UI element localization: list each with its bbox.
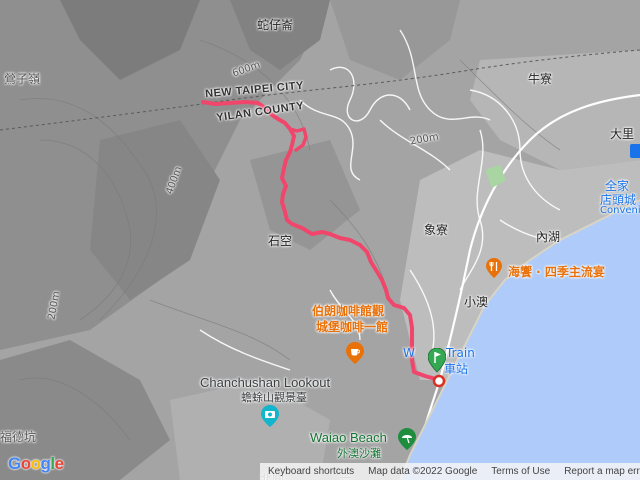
report-map-error-link[interactable]: Report a map error [564, 466, 640, 477]
station-label-part3[interactable]: 車站 [444, 360, 468, 377]
google-logo[interactable]: Google [8, 454, 64, 474]
camera-icon[interactable] [261, 405, 279, 432]
keyboard-shortcuts-link[interactable]: Keyboard shortcuts [268, 466, 354, 477]
place-label-yingzi-ling: 鶯子嶺 [4, 72, 41, 86]
poi-label-waiao-beach-en[interactable]: Waiao Beach [310, 430, 387, 445]
place-label-da-li: 大里 [610, 127, 635, 141]
poi-label-waiao-beach-zh[interactable]: 外澳沙灘 [337, 445, 381, 461]
place-label-shi-kong: 石空 [268, 234, 293, 248]
poi-label-bo-lang-2[interactable]: 城堡咖啡一館 [316, 318, 388, 335]
poi-label-chanchushan-en[interactable]: Chanchushan Lookout [200, 375, 330, 390]
place-label-fu-de-keng: 福德坑 [0, 430, 37, 444]
place-label-shezi-ling: 蛇仔崙 [257, 18, 294, 32]
map-view[interactable]: 蛇仔崙 鶯子嶺 NEW TAIPEI CITY YILAN COUNTY 牛寮 … [0, 0, 640, 480]
store-icon[interactable] [630, 144, 640, 163]
map-data-attribution: Map data ©2022 Google [368, 466, 478, 477]
station-label-part1[interactable]: W [403, 346, 415, 360]
terms-of-use-link[interactable]: Terms of Use [491, 466, 550, 477]
coffee-cup-icon[interactable] [346, 342, 364, 369]
poi-label-restaurant[interactable]: 海饗 · 四季主流宴 [508, 263, 605, 280]
poi-label-bo-lang-1[interactable]: 伯朗咖啡館觀 [312, 302, 384, 319]
beach-umbrella-icon[interactable] [398, 428, 416, 455]
fork-knife-icon[interactable] [486, 258, 502, 283]
poi-label-chanchushan-zh[interactable]: 蟾蜍山觀景臺 [241, 389, 307, 405]
green-flag-pin-icon[interactable] [427, 347, 447, 383]
attribution-bar: Keyboard shortcuts Map data ©2022 Google… [260, 463, 640, 480]
place-label-xiao-ao: 小澳 [464, 295, 489, 309]
poi-label-family-mart-3[interactable]: Convenie [600, 205, 640, 216]
station-label-part2[interactable]: Train [446, 346, 475, 360]
place-label-nei-hu: 內湖 [536, 230, 561, 244]
place-label-niu-liao: 牛寮 [528, 72, 553, 86]
place-label-xiang-liao: 象寮 [424, 223, 449, 237]
